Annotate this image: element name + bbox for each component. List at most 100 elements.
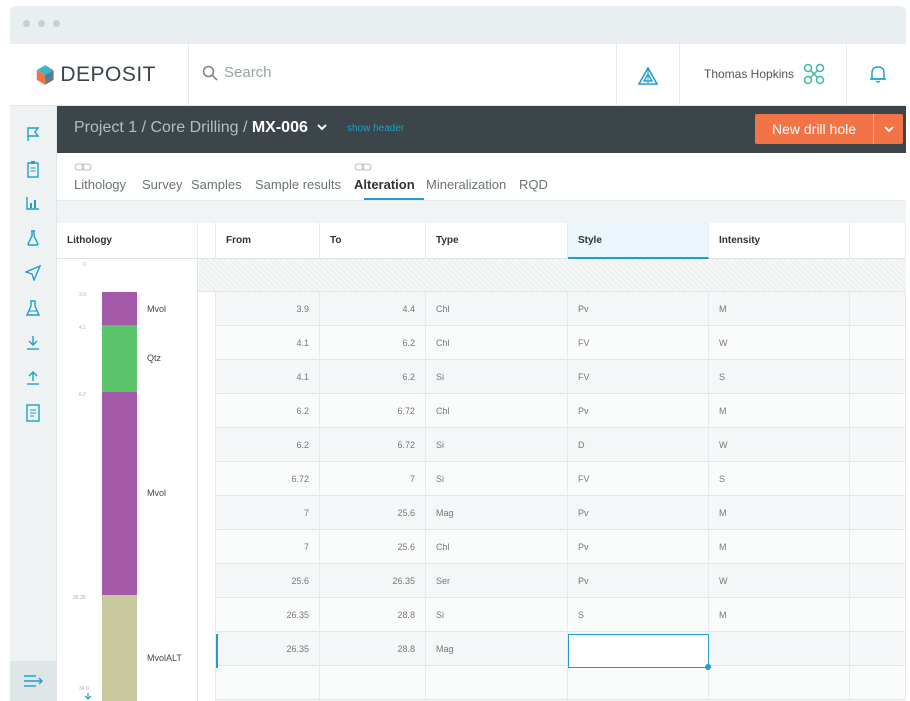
window-close-dot[interactable] <box>23 20 30 27</box>
nav-document[interactable] <box>22 402 44 424</box>
cell-empty[interactable] <box>850 462 906 496</box>
cell-type[interactable] <box>426 666 568 700</box>
table-row[interactable]: 4.1 6.2 Chl FV W <box>216 326 906 360</box>
cell-style[interactable]: Pv <box>568 292 709 326</box>
cell-from[interactable] <box>216 666 320 700</box>
cell-style[interactable]: S <box>568 598 709 632</box>
tab-survey[interactable]: Survey <box>142 177 182 192</box>
tab-lithology[interactable]: Lithology <box>74 177 126 192</box>
cell-style[interactable]: FV <box>568 462 709 496</box>
cell-intensity[interactable] <box>709 666 850 700</box>
cell-from[interactable]: 6.72 <box>216 462 320 496</box>
tab-mineralization[interactable]: Mineralization <box>426 177 506 192</box>
column-header-lithology[interactable]: Lithology <box>57 223 198 259</box>
table-row[interactable]: 3.9 4.4 Chl Pv M <box>216 292 906 326</box>
show-header-link[interactable]: show header <box>347 123 404 134</box>
cell-style[interactable]: Pv <box>568 564 709 598</box>
table-row[interactable]: 25.6 26.35 Ser Pv W <box>216 564 906 598</box>
expand-sidebar-button[interactable] <box>10 661 57 701</box>
window-zoom-dot[interactable] <box>53 20 60 27</box>
selected-style-cell[interactable] <box>568 634 709 668</box>
new-drill-hole-dropdown[interactable] <box>874 114 903 144</box>
tab-sample-results[interactable]: Sample results <box>255 177 341 192</box>
cell-type[interactable]: Chl <box>426 530 568 564</box>
cell-style[interactable]: Pv <box>568 496 709 530</box>
cell-from[interactable]: 7 <box>216 530 320 564</box>
cell-type[interactable]: Mag <box>426 496 568 530</box>
search-box[interactable]: Search <box>202 64 272 81</box>
cell-fill-handle[interactable] <box>705 664 711 670</box>
cell-style[interactable]: FV <box>568 326 709 360</box>
nav-chart[interactable] <box>22 192 44 214</box>
cell-empty[interactable] <box>850 632 906 666</box>
cell-from[interactable]: 4.1 <box>216 360 320 394</box>
cell-intensity[interactable]: M <box>709 496 850 530</box>
cell-to[interactable]: 6.72 <box>320 394 426 428</box>
cell-type[interactable]: Mag <box>426 632 568 666</box>
nav-lab[interactable] <box>22 297 44 319</box>
table-row[interactable]: 26.35 28.8 Si S M <box>216 598 906 632</box>
cell-intensity[interactable] <box>709 632 850 666</box>
cell-empty[interactable] <box>850 292 906 326</box>
column-header-style[interactable]: Style <box>568 223 709 259</box>
cell-intensity[interactable]: W <box>709 428 850 462</box>
table-row[interactable]: 7 25.6 Chl Pv M <box>216 530 906 564</box>
cell-intensity[interactable]: M <box>709 394 850 428</box>
cell-to[interactable]: 28.8 <box>320 598 426 632</box>
cell-from[interactable]: 26.35 <box>216 632 320 666</box>
cell-from[interactable]: 3.9 <box>216 292 320 326</box>
table-row[interactable]: 7 25.6 Mag Pv M <box>216 496 906 530</box>
nav-download[interactable] <box>22 332 44 354</box>
table-row[interactable]: 26.35 28.8 Mag <box>216 632 906 666</box>
cell-from[interactable]: 26.35 <box>216 598 320 632</box>
cell-style[interactable]: Pv <box>568 530 709 564</box>
cell-type[interactable]: Si <box>426 360 568 394</box>
tab-samples[interactable]: Samples <box>191 177 242 192</box>
cell-intensity[interactable]: M <box>709 292 850 326</box>
cell-to[interactable]: 6.2 <box>320 360 426 394</box>
cell-to[interactable]: 7 <box>320 462 426 496</box>
cell-empty[interactable] <box>850 360 906 394</box>
cell-to[interactable]: 25.6 <box>320 530 426 564</box>
tab-rqd[interactable]: RQD <box>519 177 548 192</box>
nav-clipboard[interactable] <box>22 158 44 180</box>
cell-intensity[interactable]: S <box>709 462 850 496</box>
cell-intensity[interactable]: W <box>709 564 850 598</box>
cell-style[interactable] <box>568 666 709 700</box>
cell-type[interactable]: Si <box>426 598 568 632</box>
tab-alteration[interactable]: Alteration <box>354 177 415 192</box>
cell-empty[interactable] <box>850 666 906 700</box>
nav-send[interactable] <box>22 262 44 284</box>
column-header-type[interactable]: Type <box>426 223 568 259</box>
cell-empty[interactable] <box>850 530 906 564</box>
cell-type[interactable]: Chl <box>426 292 568 326</box>
user-name[interactable]: Thomas Hopkins <box>704 67 794 81</box>
chevron-down-icon[interactable] <box>316 122 328 132</box>
table-row[interactable] <box>216 666 906 700</box>
cell-intensity[interactable]: M <box>709 598 850 632</box>
new-drill-hole-button[interactable]: New drill hole <box>755 114 903 144</box>
cell-intensity[interactable]: W <box>709 326 850 360</box>
cell-to[interactable]: 25.6 <box>320 496 426 530</box>
breadcrumb[interactable]: Project 1 / Core Drilling / MX-006 <box>74 119 328 137</box>
nav-upload[interactable] <box>22 367 44 389</box>
cell-empty[interactable] <box>850 564 906 598</box>
cell-type[interactable]: Chl <box>426 394 568 428</box>
window-minimize-dot[interactable] <box>38 20 45 27</box>
cell-to[interactable] <box>320 666 426 700</box>
cell-to[interactable]: 4.4 <box>320 292 426 326</box>
cell-style[interactable]: D <box>568 428 709 462</box>
lithology-unit-qtz[interactable] <box>102 325 137 392</box>
table-row[interactable]: 6.72 7 Si FV S <box>216 462 906 496</box>
current-drill-hole[interactable]: MX-006 <box>252 119 308 136</box>
cell-from[interactable]: 7 <box>216 496 320 530</box>
cell-empty[interactable] <box>850 598 906 632</box>
cell-empty[interactable] <box>850 394 906 428</box>
cell-intensity[interactable]: S <box>709 360 850 394</box>
nav-flag[interactable] <box>22 123 44 145</box>
table-row[interactable]: 4.1 6.2 Si FV S <box>216 360 906 394</box>
app-logo[interactable]: DEPOSIT <box>36 57 156 93</box>
cell-to[interactable]: 26.35 <box>320 564 426 598</box>
column-header-to[interactable]: To <box>320 223 426 259</box>
drone-icon[interactable] <box>803 63 825 85</box>
